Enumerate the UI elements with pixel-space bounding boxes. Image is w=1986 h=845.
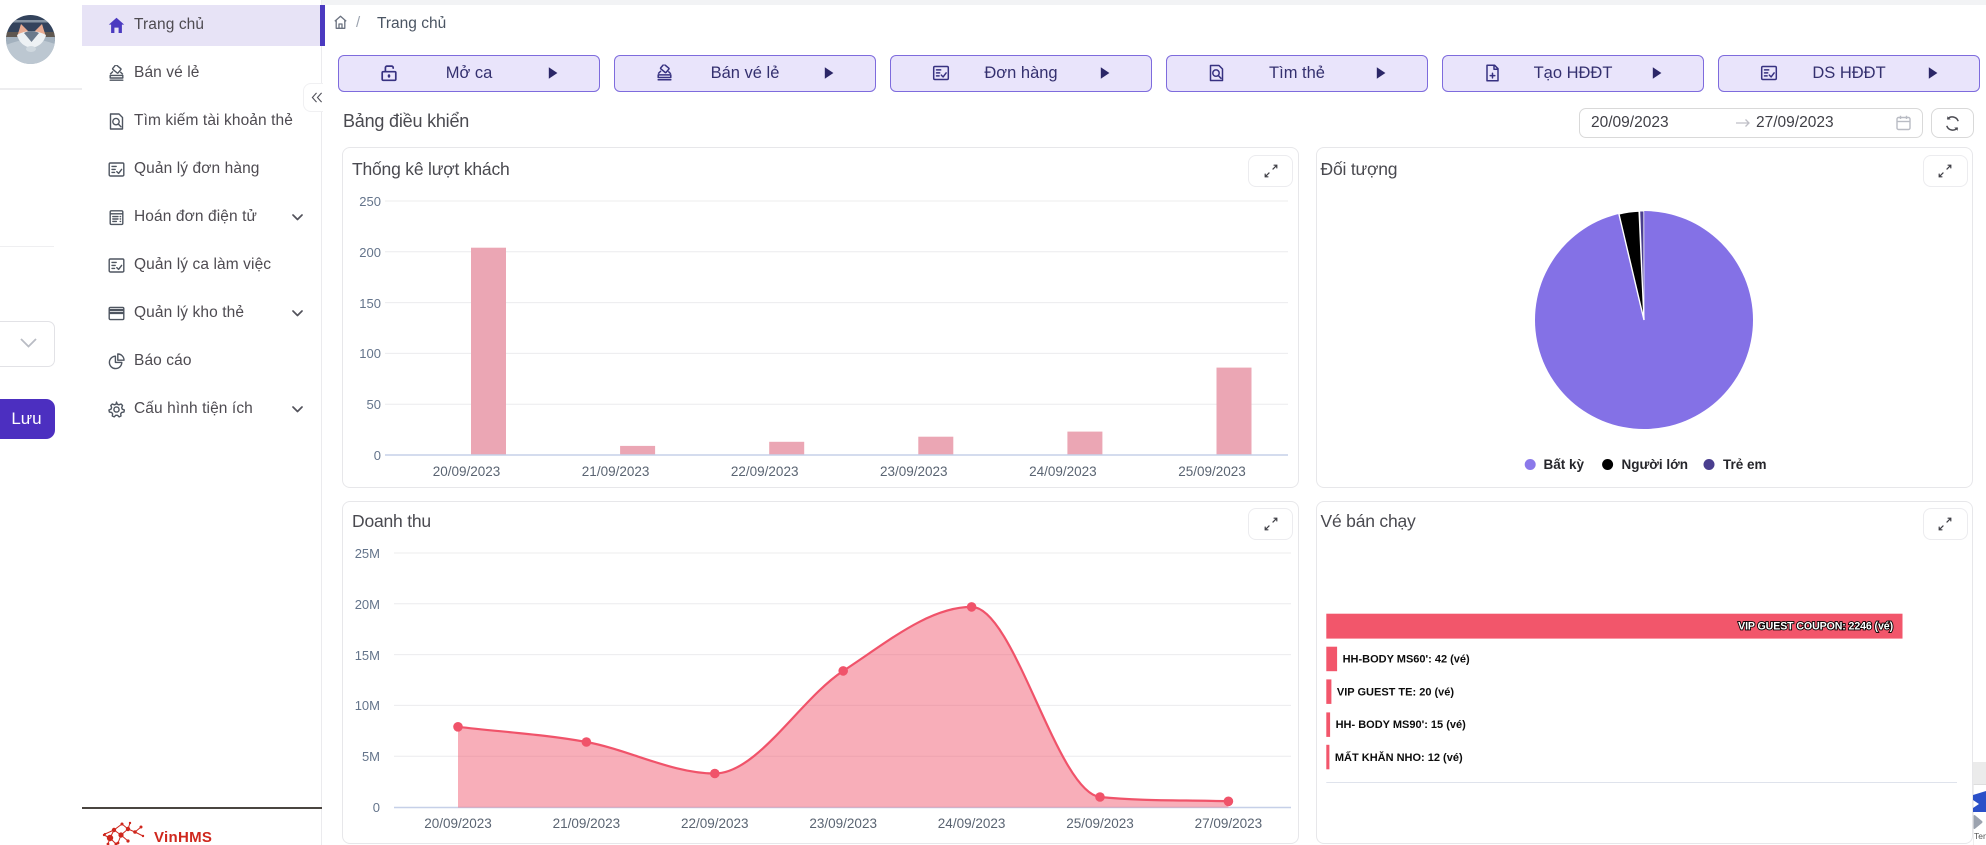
svg-text:MẤT KHĂN NHO: 12 (vé): MẤT KHĂN NHO: 12 (vé): [1335, 751, 1463, 764]
svg-text:HH-BODY MS60': 42 (vé): HH-BODY MS60': 42 (vé): [1343, 654, 1470, 666]
svg-text:Người lớn: Người lớn: [1622, 457, 1688, 472]
svg-text:VIP GUEST TE: 20 (vé): VIP GUEST TE: 20 (vé): [1337, 686, 1455, 698]
svg-text:VIP GUEST COUPON: 2246 (vé): VIP GUEST COUPON: 2246 (vé): [1738, 621, 1893, 633]
svg-text:Bất kỳ: Bất kỳ: [1544, 457, 1585, 472]
svg-text:HH- BODY MS90': 15 (vé): HH- BODY MS90': 15 (vé): [1336, 719, 1467, 731]
svg-text:Trẻ em: Trẻ em: [1723, 457, 1767, 472]
